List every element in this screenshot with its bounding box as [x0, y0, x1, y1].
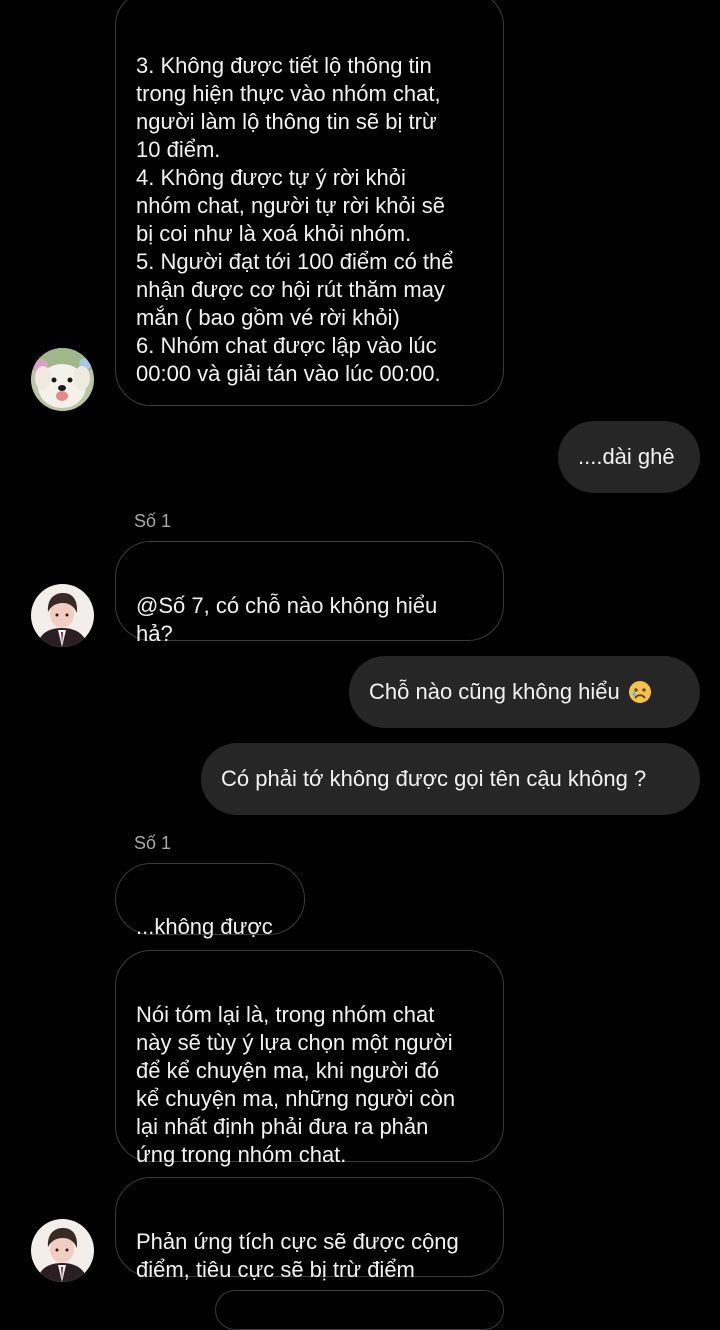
- incoming-message-bubble[interactable]: ...không được: [115, 863, 305, 939]
- incoming-message-bubble[interactable]: @Số 7, có chỗ nào không hiểu hả?: [115, 541, 504, 646]
- outgoing-message-bubble[interactable]: Chỗ nào cũng không hiểu: [349, 656, 700, 728]
- outgoing-message-bubble[interactable]: ....dài ghê: [558, 421, 700, 493]
- message-text: ....dài ghê: [578, 444, 675, 469]
- message-text: Nói tóm lại là, trong nhóm chat này sẽ t…: [136, 1002, 456, 1167]
- boy-avatar[interactable]: [31, 1219, 94, 1282]
- incoming-message-bubble[interactable]: Nói tóm lại là, trong nhóm chat này sẽ t…: [115, 950, 504, 1167]
- incoming-message-bubble[interactable]: Phản ứng tích cực sẽ được cộng điểm, tiê…: [115, 1177, 504, 1282]
- message-text: Phản ứng tích cực sẽ được cộng điểm, tiê…: [136, 1229, 459, 1282]
- message-text: ...không được: [136, 914, 273, 939]
- dog-avatar[interactable]: [31, 348, 94, 411]
- message-text: Có phải tớ không được gọi tên cậu không …: [221, 766, 647, 791]
- message-text: 3. Không được tiết lộ thông tin trong hi…: [136, 53, 454, 386]
- incoming-message-bubble[interactable]: 3. Không được tiết lộ thông tin trong hi…: [115, 0, 504, 406]
- incoming-message-bubble-partial[interactable]: [215, 1290, 504, 1330]
- boy-avatar[interactable]: [31, 584, 94, 647]
- sender-name: Số 1: [134, 511, 172, 531]
- message-text: @Số 7, có chỗ nào không hiểu hả?: [136, 593, 438, 646]
- sender-name: Số 1: [134, 833, 172, 853]
- outgoing-message-bubble[interactable]: Có phải tớ không được gọi tên cậu không …: [201, 743, 700, 815]
- message-text: Chỗ nào cũng không hiểu: [369, 679, 620, 704]
- sad-face-emoji-icon: [628, 661, 652, 703]
